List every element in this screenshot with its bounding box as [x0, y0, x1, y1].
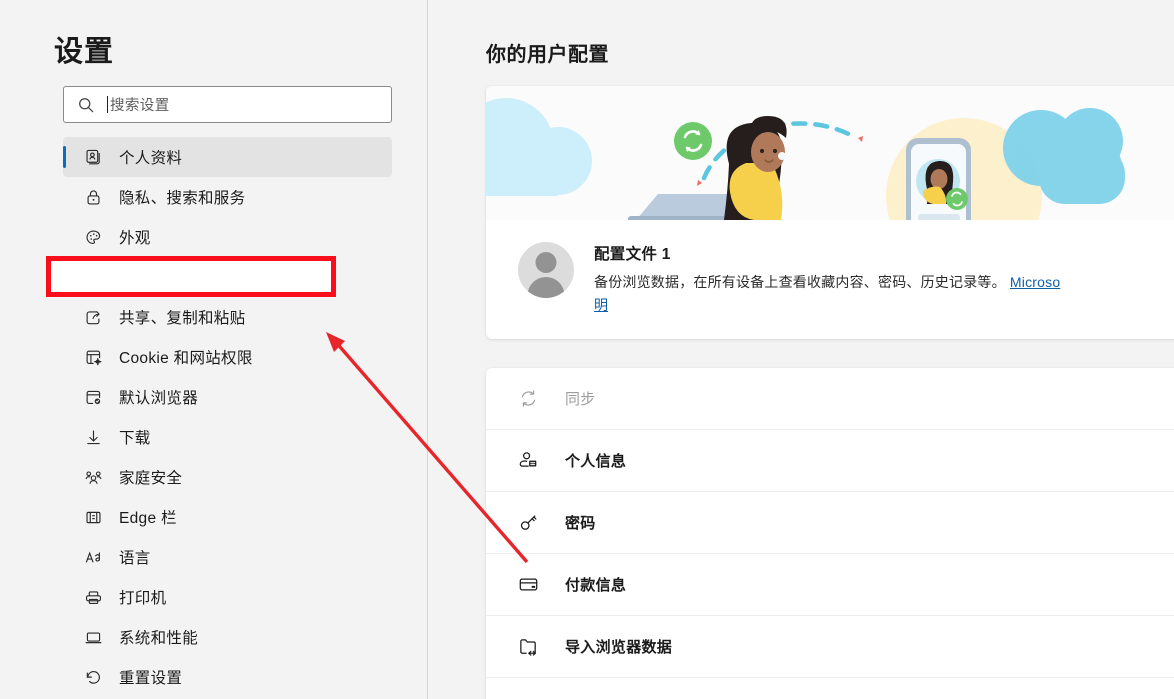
sidebar-item-start-home-newtab[interactable]: 开始、主页和新建标签页	[63, 257, 392, 297]
sidebar-item-languages[interactable]: 语言	[63, 537, 392, 577]
reset-icon	[83, 667, 103, 687]
search-placeholder: 搜索设置	[110, 94, 170, 115]
microsoft-privacy-link-continued[interactable]: 明	[594, 294, 608, 317]
language-icon	[83, 547, 103, 567]
profile-name: 配置文件 1	[594, 242, 1174, 264]
palette-icon	[83, 227, 103, 247]
selection-indicator	[63, 346, 66, 368]
selection-indicator	[63, 466, 66, 488]
sidebar-item-label: 打印机	[119, 586, 166, 608]
list-item-profile-preferences[interactable]: 用户配置偏好设置	[486, 678, 1174, 699]
sidebar-item-printers[interactable]: 打印机	[63, 577, 392, 617]
settings-content-pane: 你的用户配置	[429, 0, 1174, 699]
sidebar-item-label: 共享、复制和粘贴	[119, 306, 245, 328]
sidebar-item-label: 下载	[119, 426, 151, 448]
selection-indicator	[63, 546, 66, 568]
sidebar-item-default-browser[interactable]: 默认浏览器	[63, 377, 392, 417]
sidebar-item-label: 默认浏览器	[119, 386, 198, 408]
sidebar-item-system-performance[interactable]: 系统和性能	[63, 617, 392, 657]
list-item-label: 同步	[565, 388, 596, 409]
profile-description: 备份浏览数据，在所有设备上查看收藏内容、密码、历史记录等。 Microso	[594, 271, 1174, 294]
list-item-label: 密码	[565, 512, 596, 533]
text-caret	[107, 96, 108, 113]
sidebar-item-label: 开始、主页和新建标签页	[119, 266, 293, 288]
sidebar-item-label: 重置设置	[119, 666, 182, 688]
list-item-label: 导入浏览器数据	[565, 636, 672, 657]
edge-bar-icon	[83, 507, 103, 527]
import-data-icon	[517, 636, 539, 658]
profile-description-text: 备份浏览数据，在所有设备上查看收藏内容、密码、历史记录等。	[594, 274, 1006, 290]
sidebar-item-label: 家庭安全	[119, 466, 182, 488]
sidebar-item-downloads[interactable]: 下载	[63, 417, 392, 457]
sidebar-item-label: 隐私、搜索和服务	[119, 186, 245, 208]
profile-text-block: 配置文件 1 备份浏览数据，在所有设备上查看收藏内容、密码、历史记录等。 Mic…	[594, 242, 1174, 317]
selection-indicator	[63, 386, 66, 408]
page-title: 你的用户配置	[486, 38, 609, 67]
selection-indicator	[63, 586, 66, 608]
settings-sidebar: 设置 搜索设置	[0, 0, 428, 699]
selection-indicator	[63, 666, 66, 688]
list-item-import-browser-data[interactable]: 导入浏览器数据	[486, 616, 1174, 678]
page-heading-settings: 设置	[54, 28, 114, 70]
avatar-body	[528, 277, 565, 298]
person-avatar-icon	[518, 242, 574, 298]
sidebar-item-appearance[interactable]: 外观	[63, 217, 392, 257]
sidebar-item-cookies-permissions[interactable]: Cookie 和网站权限	[63, 337, 392, 377]
sidebar-item-edge-bar[interactable]: Edge 栏	[63, 497, 392, 537]
printer-icon	[83, 587, 103, 607]
list-item-personal-info[interactable]: 个人信息	[486, 430, 1174, 492]
sidebar-nav-list: 个人资料 隐私、搜索和服务	[63, 137, 392, 697]
list-item-label: 个人信息	[565, 450, 626, 471]
profile-row: 配置文件 1 备份浏览数据，在所有设备上查看收藏内容、密码、历史记录等。 Mic…	[486, 220, 1174, 339]
list-item-label: 付款信息	[565, 574, 626, 595]
personal-info-icon	[517, 450, 539, 472]
selection-indicator	[63, 146, 66, 168]
selection-indicator	[63, 266, 66, 288]
avatar-head	[536, 252, 557, 273]
selection-indicator	[63, 186, 66, 208]
default-browser-icon	[83, 387, 103, 407]
profile-icon	[83, 147, 103, 167]
sidebar-item-label: 语言	[119, 546, 151, 568]
selection-indicator	[63, 506, 66, 528]
sidebar-item-family-safety[interactable]: 家庭安全	[63, 457, 392, 497]
profile-settings-list: 同步 个人信息	[486, 368, 1174, 699]
selection-indicator	[63, 426, 66, 448]
sync-icon	[517, 388, 539, 410]
profile-card: 配置文件 1 备份浏览数据，在所有设备上查看收藏内容、密码、历史记录等。 Mic…	[486, 86, 1174, 339]
selection-indicator	[63, 226, 66, 248]
list-item-sync[interactable]: 同步	[486, 368, 1174, 430]
sidebar-item-label: 个人资料	[119, 146, 182, 168]
share-icon	[83, 307, 103, 327]
family-icon	[83, 467, 103, 487]
selection-indicator	[63, 306, 66, 328]
search-input[interactable]: 搜索设置	[63, 86, 392, 123]
list-item-passwords[interactable]: 密码	[486, 492, 1174, 554]
sidebar-item-label: Cookie 和网站权限	[119, 346, 253, 368]
sidebar-item-privacy[interactable]: 隐私、搜索和服务	[63, 177, 392, 217]
list-item-payment-info[interactable]: 付款信息	[486, 554, 1174, 616]
cookie-settings-icon	[83, 347, 103, 367]
sidebar-item-label: Edge 栏	[119, 506, 177, 528]
sidebar-item-profile[interactable]: 个人资料	[63, 137, 392, 177]
microsoft-privacy-link[interactable]: Microso	[1010, 274, 1060, 290]
key-icon	[517, 512, 539, 534]
sync-illustration	[486, 86, 1174, 220]
sidebar-item-reset-settings[interactable]: 重置设置	[63, 657, 392, 697]
sidebar-item-label: 外观	[119, 226, 151, 248]
browser-tabs-icon	[83, 267, 103, 287]
lock-icon	[83, 187, 103, 207]
selection-indicator	[63, 626, 66, 648]
sidebar-item-label: 系统和性能	[119, 626, 198, 648]
download-icon	[83, 427, 103, 447]
sidebar-item-share-copy-paste[interactable]: 共享、复制和粘贴	[63, 297, 392, 337]
search-icon	[77, 96, 95, 114]
credit-card-icon	[517, 574, 539, 596]
system-icon	[83, 627, 103, 647]
